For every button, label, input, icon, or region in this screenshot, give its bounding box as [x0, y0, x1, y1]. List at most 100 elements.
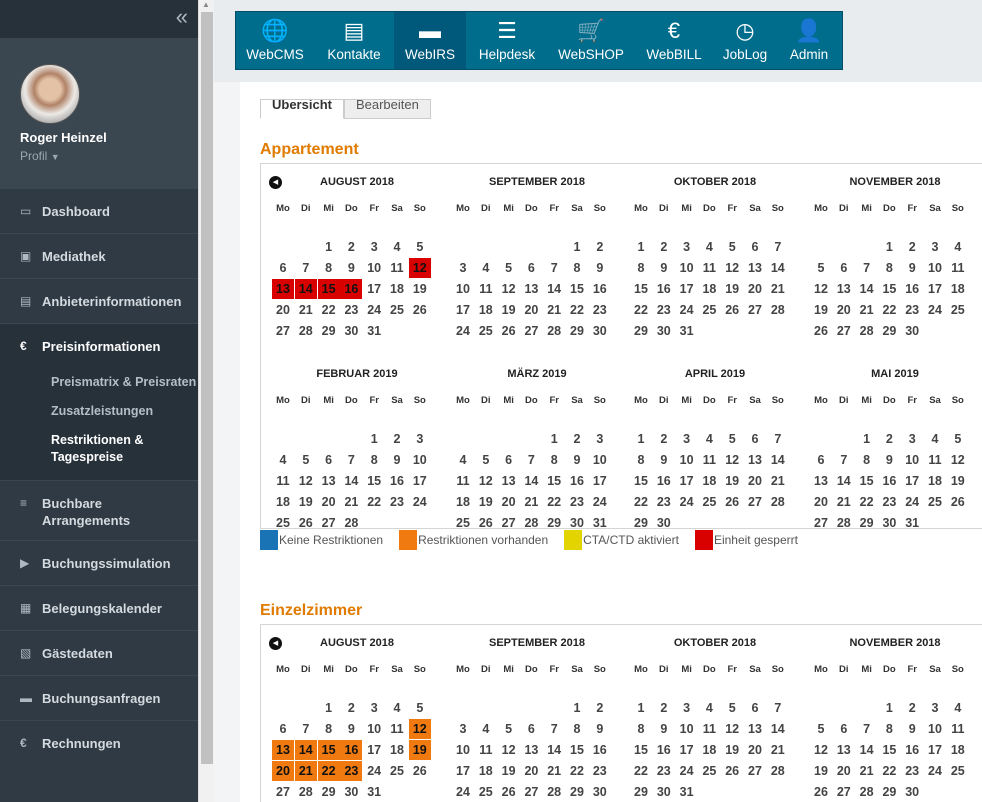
day-cell[interactable]: 24 [363, 761, 385, 781]
day-cell[interactable]: 11 [386, 258, 408, 278]
day-cell[interactable]: 20 [833, 761, 855, 781]
day-cell[interactable]: 28 [543, 782, 565, 802]
day-cell[interactable]: 1 [566, 698, 588, 718]
day-cell[interactable]: 20 [744, 471, 766, 491]
day-cell[interactable]: 5 [409, 237, 431, 257]
day-cell[interactable]: 3 [676, 429, 698, 449]
day-cell[interactable]: 23 [566, 492, 588, 512]
day-cell[interactable]: 28 [543, 321, 565, 341]
day-cell[interactable]: 25 [698, 300, 720, 320]
day-cell[interactable]: 31 [363, 782, 385, 802]
day-cell[interactable]: 26 [947, 492, 969, 512]
day-cell[interactable]: 14 [767, 258, 789, 278]
day-cell[interactable]: 3 [924, 698, 946, 718]
day-cell[interactable]: 11 [698, 450, 720, 470]
day-cell[interactable]: 14 [294, 279, 317, 299]
day-cell[interactable]: 9 [566, 450, 588, 470]
day-cell[interactable]: 15 [317, 740, 340, 760]
day-cell[interactable]: 23 [589, 300, 611, 320]
day-cell[interactable]: 30 [340, 321, 362, 341]
day-cell[interactable]: 27 [520, 321, 542, 341]
day-cell[interactable]: 4 [698, 698, 720, 718]
day-cell[interactable]: 21 [767, 740, 789, 760]
day-cell[interactable]: 8 [878, 719, 900, 739]
day-cell[interactable]: 26 [721, 300, 743, 320]
day-cell[interactable]: 29 [318, 782, 340, 802]
day-cell[interactable]: 29 [878, 782, 900, 802]
day-cell[interactable]: 22 [318, 300, 340, 320]
arrow-left-circle-icon[interactable]: ◀ [269, 637, 282, 650]
day-cell[interactable]: 25 [475, 782, 497, 802]
day-cell[interactable]: 22 [630, 492, 652, 512]
day-cell[interactable]: 26 [409, 761, 431, 781]
day-cell[interactable]: 21 [295, 300, 317, 320]
day-cell[interactable]: 5 [721, 698, 743, 718]
day-cell[interactable]: 28 [767, 300, 789, 320]
day-cell[interactable]: 6 [520, 719, 542, 739]
day-cell[interactable]: 2 [340, 237, 362, 257]
day-cell[interactable]: 19 [475, 492, 497, 512]
day-cell[interactable]: 22 [566, 300, 588, 320]
module-admin[interactable]: 👤 Admin [776, 12, 842, 69]
sidebar-item-dashboard[interactable]: ▭ Dashboard [0, 188, 198, 233]
day-cell[interactable]: 20 [272, 300, 294, 320]
day-cell[interactable]: 20 [833, 300, 855, 320]
day-cell[interactable]: 22 [630, 300, 652, 320]
day-cell[interactable]: 14 [767, 719, 789, 739]
day-cell[interactable]: 30 [340, 782, 362, 802]
day-cell[interactable]: 17 [901, 471, 923, 491]
module-webshop[interactable]: 🛒 WebSHOP [548, 12, 634, 69]
day-cell[interactable]: 5 [810, 258, 832, 278]
day-cell[interactable]: 12 [810, 740, 832, 760]
day-cell[interactable]: 23 [340, 761, 363, 781]
sidebar-item-anbieterinformationen[interactable]: ▤ Anbieterinformationen [0, 278, 198, 323]
day-cell[interactable]: 6 [498, 450, 520, 470]
day-cell[interactable]: 13 [744, 258, 766, 278]
day-cell[interactable]: 13 [272, 740, 294, 760]
day-cell[interactable]: 20 [744, 740, 766, 760]
day-cell[interactable]: 16 [340, 279, 363, 299]
day-cell[interactable]: 13 [318, 471, 340, 491]
day-cell[interactable]: 4 [698, 429, 720, 449]
day-cell[interactable]: 1 [630, 237, 652, 257]
day-cell[interactable]: 14 [856, 740, 878, 760]
day-cell[interactable]: 15 [878, 279, 900, 299]
day-cell[interactable]: 10 [676, 258, 698, 278]
day-cell[interactable]: 20 [520, 300, 542, 320]
day-cell[interactable]: 24 [676, 761, 698, 781]
day-cell[interactable]: 12 [295, 471, 317, 491]
day-cell[interactable]: 13 [810, 471, 832, 491]
day-cell[interactable]: 19 [721, 279, 743, 299]
day-cell[interactable]: 21 [856, 300, 878, 320]
day-cell[interactable]: 10 [924, 258, 946, 278]
day-cell[interactable]: 22 [543, 492, 565, 512]
day-cell[interactable]: 18 [947, 740, 969, 760]
day-cell[interactable]: 21 [767, 471, 789, 491]
day-cell[interactable]: 12 [721, 450, 743, 470]
day-cell[interactable]: 5 [498, 258, 520, 278]
module-helpdesk[interactable]: ☰ Helpdesk [466, 12, 548, 69]
day-cell[interactable]: 24 [676, 300, 698, 320]
day-cell[interactable]: 13 [498, 471, 520, 491]
day-cell[interactable]: 6 [272, 719, 294, 739]
subnav-item-zusatzleistungen[interactable]: Zusatzleistungen [0, 397, 198, 426]
subnav-item-restriktionen-tagespreise[interactable]: Restriktionen & Tagespreise [0, 426, 198, 472]
day-cell[interactable]: 16 [653, 740, 675, 760]
day-cell[interactable]: 23 [901, 300, 923, 320]
tab-uebersicht[interactable]: Übersicht [260, 99, 344, 119]
day-cell[interactable]: 10 [901, 450, 923, 470]
day-cell[interactable]: 3 [676, 237, 698, 257]
day-cell[interactable]: 4 [475, 258, 497, 278]
day-cell[interactable]: 19 [810, 300, 832, 320]
day-cell[interactable]: 24 [924, 300, 946, 320]
day-cell[interactable]: 20 [520, 761, 542, 781]
day-cell[interactable]: 22 [363, 492, 385, 512]
day-cell[interactable]: 20 [810, 492, 832, 512]
day-cell[interactable]: 24 [589, 492, 611, 512]
day-cell[interactable]: 9 [901, 719, 923, 739]
day-cell[interactable]: 18 [698, 471, 720, 491]
day-cell[interactable]: 8 [363, 450, 385, 470]
day-cell[interactable]: 8 [318, 719, 340, 739]
module-webirs[interactable]: ▬ WebIRS [394, 12, 466, 69]
day-cell[interactable]: 21 [767, 279, 789, 299]
